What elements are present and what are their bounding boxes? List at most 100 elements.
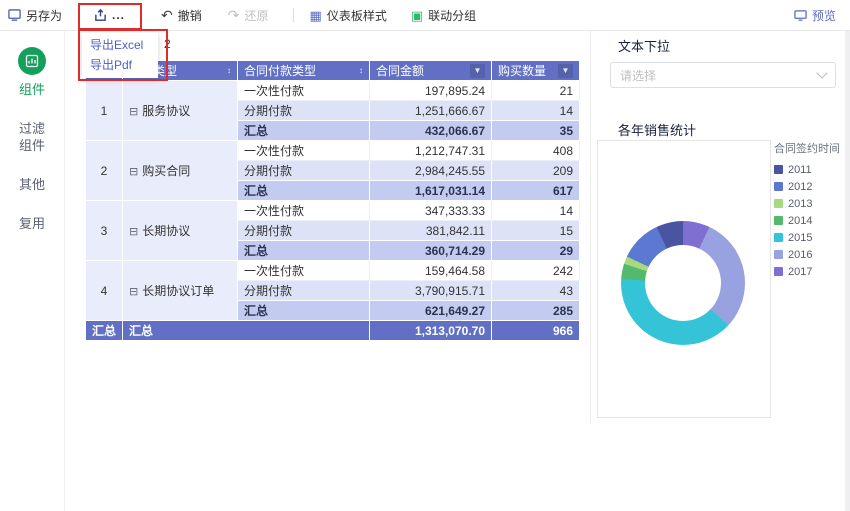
filter-widget-title: 文本下拉 — [618, 39, 671, 54]
linkage-group-button[interactable]: ▣ 联动分组 — [411, 7, 476, 24]
legend-label: 2014 — [788, 214, 813, 227]
legend-label: 2016 — [788, 248, 813, 261]
sidebar-item-filter-components[interactable]: 过滤组件 — [16, 109, 48, 165]
linkage-group-icon: ▣ — [410, 7, 424, 23]
legend-swatch — [774, 216, 783, 225]
legend-label: 2017 — [788, 265, 813, 278]
undo-icon: ↶ — [161, 7, 173, 23]
chart-legend-items: 2011 2012 2013 2014 2015 2016 2017 — [774, 162, 850, 279]
toolbar: 另存为 ... ↶ 撤销 ↷ 还原 ▦ 仪表板样式 ▣ 联动分组 预览 — [0, 0, 850, 31]
chart-container — [597, 140, 771, 418]
legend-item[interactable]: 2015 — [774, 230, 850, 245]
dashboard-style-label: 仪表板样式 — [326, 8, 387, 23]
qty-cell: 408 — [491, 140, 581, 161]
legend-swatch — [774, 233, 783, 242]
payment-cell: 分期付款 — [237, 100, 371, 121]
save-as-button[interactable]: 另存为 — [8, 7, 62, 24]
amount-cell: 197,895.24 — [369, 80, 493, 101]
legend-item[interactable]: 2014 — [774, 213, 850, 228]
qty-cell: 209 — [491, 160, 581, 181]
total-qty-cell: 966 — [491, 320, 581, 341]
preview-button[interactable]: 预览 — [794, 7, 836, 24]
header-amount-label: 合同金额 — [376, 64, 425, 78]
payment-cell: 汇总 — [237, 180, 371, 201]
save-as-icon — [8, 8, 21, 22]
total-index-cell: 汇总 — [84, 320, 124, 341]
chart-widget-title: 各年销售统计 — [618, 123, 697, 138]
amount-cell: 2,984,245.55 — [369, 160, 493, 181]
preview-icon — [794, 9, 807, 22]
text-dropdown-select[interactable]: 请选择 — [610, 62, 836, 88]
collapse-icon[interactable]: ⊟ — [129, 286, 138, 298]
payment-cell: 汇总 — [237, 240, 371, 261]
legend-title: 合同签约时间 — [774, 143, 840, 155]
payment-cell: 汇总 — [237, 300, 371, 321]
payment-cell: 汇总 — [237, 120, 371, 141]
panel-divider — [590, 31, 591, 423]
report-icon[interactable] — [18, 47, 46, 75]
group-cell: ⊟ 购买合同 — [122, 140, 239, 201]
total-amount-cell: 1,313,070.70 — [369, 320, 493, 341]
sidebar-item-other[interactable]: 其他 — [16, 165, 48, 204]
redo-button[interactable]: ↷ 还原 — [228, 7, 269, 24]
legend-item[interactable]: 2011 — [774, 162, 850, 177]
column-dropdown-icon[interactable]: ▼ — [470, 63, 486, 78]
amount-cell: 347,333.33 — [369, 200, 493, 221]
table-row: 2 ⊟ 购买合同 一次性付款 1,212,747.31 408 — [84, 140, 581, 201]
sidebar-item-components[interactable]: 组件 — [16, 79, 48, 109]
export-button[interactable]: ... — [94, 8, 125, 22]
window-edge — [845, 31, 850, 511]
legend-item[interactable]: 2012 — [774, 179, 850, 194]
legend-item[interactable]: 2017 — [774, 264, 850, 279]
collapse-icon[interactable]: ⊟ — [129, 226, 138, 238]
sort-filter-icon[interactable]: ↕ — [227, 66, 231, 75]
legend-item[interactable]: 2016 — [774, 247, 850, 262]
payment-cell: 分期付款 — [237, 220, 371, 241]
total-group-cell: 汇总 — [122, 320, 371, 341]
group-cell: ⊟ 长期协议 — [122, 200, 239, 261]
legend-label: 2012 — [788, 180, 813, 193]
contract-table-body: 1 ⊟ 服务协议 一次性付款 197,895.24 21 分期付款 1,251,666.67 1… — [84, 80, 581, 341]
sidebar-item-reuse[interactable]: 复用 — [16, 204, 48, 243]
dashboard-style-button[interactable]: ▦ 仪表板样式 — [310, 7, 387, 24]
legend-item[interactable]: 2013 — [774, 196, 850, 211]
legend-swatch — [774, 250, 783, 259]
toolbar-divider — [292, 8, 294, 22]
redo-icon: ↷ — [227, 7, 240, 23]
qty-cell: 242 — [491, 260, 581, 281]
index-cell: 1 — [84, 80, 124, 141]
index-cell: 2 — [84, 140, 124, 201]
legend-label: 2011 — [788, 163, 812, 176]
group-cell: ⊟ 服务协议 — [122, 80, 239, 141]
dashboard-designer: 另存为 ... ↶ 撤销 ↷ 还原 ▦ 仪表板样式 ▣ 联动分组 预览 导出Ex… — [0, 0, 850, 511]
amount-cell: 3,790,915.71 — [369, 280, 493, 301]
qty-cell: 15 — [491, 220, 581, 241]
header-qty-label: 购买数量 — [498, 64, 547, 78]
sidebar: 组件 过滤组件 其他 复用 — [0, 31, 65, 511]
payment-cell: 一次性付款 — [237, 260, 371, 281]
legend-swatch — [774, 165, 783, 174]
donut-chart[interactable] — [621, 221, 745, 345]
header-qty[interactable]: 购买数量 ▼ — [491, 60, 581, 81]
header-amount[interactable]: 合同金额 ▼ — [369, 60, 493, 81]
header-payment-type-label: 合同付款类型 — [244, 64, 317, 78]
sort-filter-icon[interactable]: ↕ — [359, 66, 363, 75]
export-menu: 导出Excel 导出Pdf — [82, 32, 158, 78]
collapse-icon[interactable]: ⊟ — [129, 106, 138, 118]
undo-button[interactable]: ↶ 撤销 — [161, 7, 202, 24]
header-payment-type[interactable]: 合同付款类型 ↕ — [237, 60, 371, 81]
contract-table: 合同类型↕ 合同付款类型↕ 合同金额▼ 购买数量▼ 1⊟服务协议一次性付款197… — [84, 60, 581, 341]
amount-cell: 1,617,031.14 — [369, 180, 493, 201]
qty-cell: 14 — [491, 100, 581, 121]
dashboard-style-icon: ▦ — [309, 7, 322, 23]
table-total-row: 汇总 汇总 1,313,070.70 966 — [84, 320, 581, 341]
payment-cell: 分期付款 — [237, 280, 371, 301]
payment-cell: 分期付款 — [237, 160, 371, 181]
column-dropdown-icon[interactable]: ▼ — [558, 63, 574, 78]
collapse-icon[interactable]: ⊟ — [129, 166, 138, 178]
table-row: 3 ⊟ 长期协议 一次性付款 347,333.33 14 — [84, 200, 581, 261]
amount-cell: 1,251,666.67 — [369, 100, 493, 121]
donut-hole — [645, 245, 721, 321]
export-excel-menu-item[interactable]: 导出Excel — [82, 35, 158, 55]
export-pdf-menu-item[interactable]: 导出Pdf — [82, 55, 158, 75]
